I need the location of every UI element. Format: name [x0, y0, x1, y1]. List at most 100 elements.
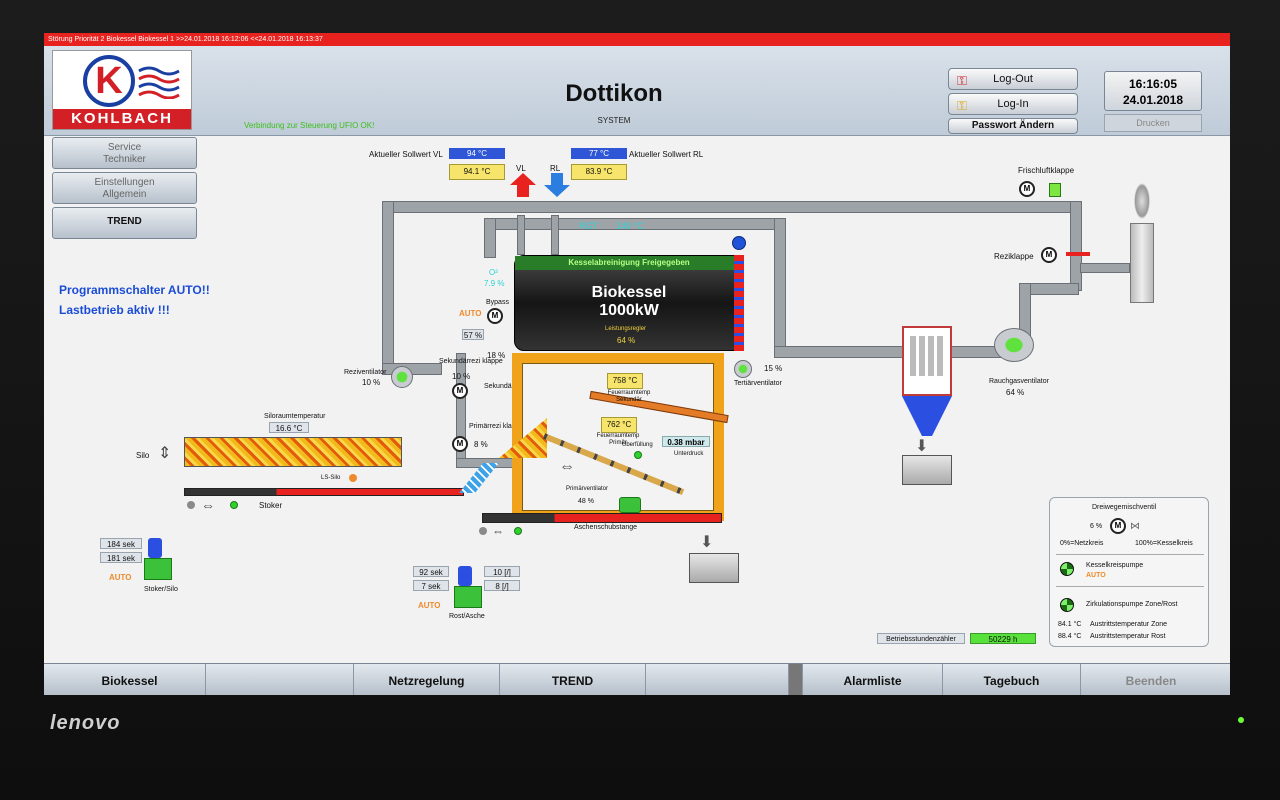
fresh-air-flap-icon: [1049, 183, 1061, 197]
rl-setpoint-label: Aktueller Sollwert RL: [629, 150, 704, 159]
nav-empty-2[interactable]: [646, 664, 789, 695]
secondary-temp-value: 758 °C: [607, 373, 643, 389]
silo-direction-icon[interactable]: ⇕: [158, 443, 171, 463]
biokessel-boiler[interactable]: Kesselabreinigung Freigegeben Biokessel …: [514, 255, 744, 351]
fresh-air-motor-icon[interactable]: M: [1019, 181, 1035, 197]
hmi-screen: Störung Priorität 2 Biokessel Biokessel …: [44, 33, 1230, 695]
ash-down-arrow-icon: ⬇: [700, 534, 714, 551]
regulator-value: 64 %: [617, 336, 636, 345]
grate-time-1: 92 sek: [413, 566, 449, 577]
connection-status: Verbindung zur Steuerung UFIO OK!: [244, 121, 375, 130]
rl-setpoint-value[interactable]: 77 °C: [571, 148, 627, 159]
circulation-pump-label: Zirkulationspumpe Zone/Rost: [1086, 601, 1178, 608]
recirc-fan-icon[interactable]: [391, 366, 413, 388]
rl-tag: RL: [550, 164, 561, 173]
rgt-label: RGT: [579, 221, 598, 231]
primary-fan-motor-icon[interactable]: [619, 497, 641, 513]
pipe-rgt-right: [774, 218, 786, 358]
boiler-pump-icon[interactable]: [1060, 562, 1074, 576]
service-technician-button[interactable]: Service Techniker: [52, 137, 197, 169]
primary-flap-motor-icon[interactable]: M: [452, 436, 468, 452]
flue-gas-fan-icon[interactable]: [994, 328, 1034, 362]
mixing-valve-motor-icon[interactable]: M: [1110, 518, 1126, 534]
mixing-left-label: 0%=Netzkreis: [1060, 540, 1104, 547]
ash-direction-icon[interactable]: ⇔: [492, 524, 504, 538]
grate-direction-icon[interactable]: ⇔: [559, 458, 575, 476]
grate-hydraulic-unit-icon[interactable]: [454, 566, 482, 610]
fresh-air-label: Frischluftklappe: [1018, 166, 1075, 175]
clock-display: 16:16:05 24.01.2018: [1104, 71, 1202, 111]
change-password-button[interactable]: Passwort Ändern: [948, 118, 1078, 134]
primary-fan-label: Primärventilator: [566, 486, 609, 492]
tertiary-fan-value: 15 %: [764, 364, 783, 373]
tertiary-fan-icon[interactable]: [734, 360, 752, 378]
grate-time-2: 7 sek: [413, 580, 449, 591]
key-icon: ⚿: [957, 98, 967, 113]
pipe-left-vertical: [382, 201, 394, 373]
logout-button[interactable]: ⚿ Log-Out: [948, 68, 1078, 90]
secondary-flap-motor-icon[interactable]: M: [452, 383, 468, 399]
filter-ash-bin: [902, 455, 952, 485]
login-button[interactable]: ⚿ Log-In: [948, 93, 1078, 115]
recirc-fan-value: 10 %: [362, 378, 381, 387]
vl-tag: VL: [516, 164, 526, 173]
logout-icon: ⚿: [957, 73, 967, 88]
print-button[interactable]: Drucken: [1104, 114, 1202, 132]
secondary-temp-label: Feuerraumtemp Sekundär: [607, 390, 651, 403]
ash-pusher[interactable]: [482, 513, 722, 523]
overfill-indicator: [634, 451, 642, 459]
silo-temp-value: 16.6 °C: [269, 422, 309, 433]
logo-text: KOHLBACH: [53, 109, 191, 129]
tertiary-fan-label: Tertiärventilator: [734, 380, 782, 387]
grate-unit-label: Rost/Asche: [449, 613, 485, 620]
pressure-value: 0.38 mbar: [662, 436, 710, 447]
nav-biokessel[interactable]: Biokessel: [54, 664, 206, 695]
page-subtitle: SYSTEM: [597, 116, 631, 125]
recirc-flap-icon: [1066, 252, 1090, 256]
stoker-unit-label: Stoker/Silo: [144, 586, 178, 593]
vl-setpoint-label: Aktueller Sollwert VL: [369, 150, 443, 159]
stoker-hydraulic-unit-icon[interactable]: [144, 538, 172, 582]
rgt-value: 149 °C: [616, 221, 644, 231]
bypass-motor-icon[interactable]: M: [487, 308, 503, 324]
nav-trend[interactable]: TREND: [500, 664, 646, 695]
vl-setpoint-value[interactable]: 94 °C: [449, 148, 505, 159]
pipe-chimney-in: [1080, 263, 1130, 273]
flow-arrow-up-icon: [510, 173, 536, 197]
stoker-conveyor[interactable]: [184, 488, 464, 496]
status-program-switch: Programmschalter AUTO!!: [59, 283, 210, 297]
page-title: Dottikon: [565, 80, 663, 107]
circulation-pump-icon[interactable]: [1060, 598, 1074, 612]
rl-actual-value: 83.9 °C: [571, 164, 627, 180]
operating-hours-label: Betriebsstundenzähler: [877, 633, 965, 644]
primary-temp-value: 762 °C: [601, 417, 637, 433]
trend-side-button[interactable]: TREND: [52, 207, 197, 239]
vl-actual-value: 94.1 °C: [449, 164, 505, 180]
filter-hopper: [902, 396, 952, 436]
silo-temp-label: Siloraumtemperatur: [264, 413, 326, 420]
nav-netzregelung[interactable]: Netzregelung: [354, 664, 500, 695]
stoker-direction-icon[interactable]: ⇔: [201, 497, 215, 513]
bypass-value: 57 %: [462, 329, 484, 340]
recirc-flap-motor-icon[interactable]: M: [1041, 247, 1057, 263]
silo-bunker: [184, 437, 402, 467]
nav-empty-1[interactable]: [206, 664, 354, 695]
nav-alarmliste[interactable]: Alarmliste: [803, 664, 943, 695]
alarm-bar[interactable]: Störung Priorität 2 Biokessel Biokessel …: [44, 33, 1230, 46]
primary-flap-value: 8 %: [474, 440, 488, 449]
grate-temp-label: Austrittstemperatur Rost: [1090, 633, 1166, 640]
ash-status-green: [514, 527, 522, 535]
mixing-valve-value: 6 %: [1090, 523, 1103, 530]
nav-beenden[interactable]: Beenden: [1081, 664, 1221, 695]
logo-k-mark: K: [83, 55, 135, 107]
recirc-flap-label: Reziklappe: [994, 252, 1034, 261]
ash-bin: [689, 553, 739, 583]
nav-tagebuch[interactable]: Tagebuch: [943, 664, 1081, 695]
zone-temp-value: 84.1 °C: [1058, 621, 1082, 628]
settings-general-button[interactable]: Einstellungen Allgemein: [52, 172, 197, 204]
bottom-nav: Biokessel Netzregelung TREND Alarmliste …: [44, 663, 1230, 695]
grate-unit-mode: AUTO: [418, 601, 441, 610]
silo-label: Silo: [136, 451, 150, 460]
expansion-sensor-icon: [732, 236, 746, 250]
flue-gas-fan-value: 64 %: [1006, 388, 1025, 397]
